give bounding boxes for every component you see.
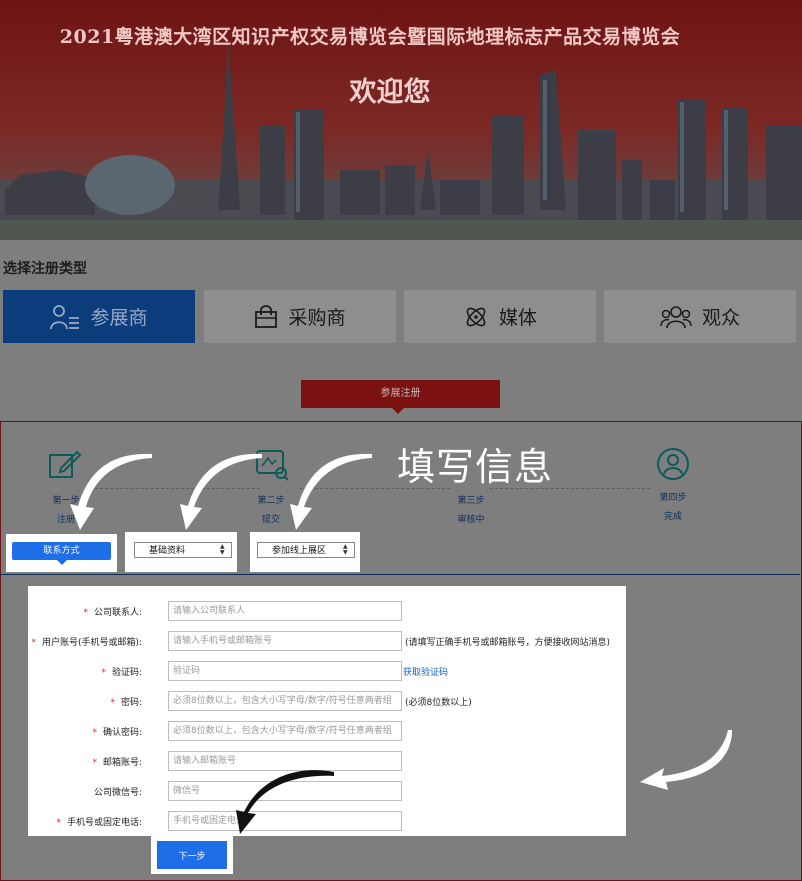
required-star: * xyxy=(101,668,106,678)
reg-type-exhibitor[interactable]: 参展商 xyxy=(3,290,195,343)
field-label: * 验证码: xyxy=(101,668,142,678)
banner: 2021粤港澳大湾区知识产权交易博览会暨国际地理标志产品交易博览会 欢迎您 xyxy=(0,0,802,240)
reg-type-media[interactable]: 媒体 xyxy=(404,290,596,343)
password-hint: (必须8位数以上) xyxy=(405,698,472,708)
edit-icon xyxy=(49,450,82,478)
next-step-button[interactable]: 下一步 xyxy=(157,841,227,869)
step-2-label: 第二步 提交 xyxy=(257,496,285,525)
form-row-phone: * 手机号或固定电话: xyxy=(28,811,626,833)
step-divider xyxy=(0,574,800,575)
tab-basic-info[interactable]: 基础资料 ▲ ▼ xyxy=(134,542,232,558)
step-3-label: 第三步 审核中 xyxy=(457,496,485,525)
step-1-label: 第一步 注册 xyxy=(52,496,80,525)
reg-type-label: 媒体 xyxy=(498,307,537,329)
form-row-captcha: *验证码: 获取验证码 xyxy=(28,661,626,683)
reg-type-buyer[interactable]: 采购商 xyxy=(204,290,396,343)
banner-welcome: 欢迎您 xyxy=(349,77,431,108)
callout-text: 填写信息 xyxy=(397,445,554,489)
field-label: * 邮箱账号: xyxy=(92,758,142,768)
account-hint: (请填写正确手机号或邮箱账号，方便接收网站消息) xyxy=(405,638,611,648)
user-circle-icon xyxy=(657,448,689,480)
required-star: * xyxy=(92,728,97,738)
tab-exhibitor-registration[interactable]: 参展注册 xyxy=(301,380,500,408)
atom-icon xyxy=(466,307,486,326)
scan-search-icon xyxy=(256,450,289,481)
field-label: * 确认密码: xyxy=(92,728,142,738)
tab-online-hall[interactable]: 参加线上展区 ▲ ▼ xyxy=(257,542,355,558)
reg-type-label: 参展商 xyxy=(90,307,148,329)
field-label: * 密码: xyxy=(110,698,142,708)
step-4-label: 第四步 完成 xyxy=(659,493,687,522)
reg-type-label: 观众 xyxy=(701,307,740,329)
password-input[interactable] xyxy=(168,691,402,711)
required-star: * xyxy=(56,818,61,828)
group-users-icon xyxy=(660,305,692,328)
field-label: * 用户账号(手机号或邮箱): xyxy=(31,638,142,648)
required-star: * xyxy=(31,638,36,648)
shopping-bag-icon xyxy=(255,304,278,328)
required-star: * xyxy=(110,698,115,708)
up-down-arrow-icon: ▲ ▼ xyxy=(220,543,225,556)
up-down-arrow-icon: ▲ ▼ xyxy=(343,543,348,556)
account-input[interactable] xyxy=(168,631,402,651)
form-row-contact-person: * 公司联系人: xyxy=(28,601,626,623)
reg-type-label: 采购商 xyxy=(288,307,346,329)
form-row-account: *用户账号(手机号或邮箱): (请填写正确手机号或邮箱账号，方便接收网站消息) xyxy=(28,631,626,653)
field-label: * 公司联系人: xyxy=(83,608,142,618)
next-button-highlight: 下一步 xyxy=(151,836,233,874)
email-input[interactable] xyxy=(168,751,402,771)
phone-input[interactable] xyxy=(168,811,402,831)
field-label: * 手机号或固定电话: xyxy=(56,818,142,828)
required-star: * xyxy=(92,758,97,768)
captcha-input[interactable] xyxy=(168,661,402,681)
form-row-wechat: 公司微信号: xyxy=(28,781,626,803)
reg-type-audience[interactable]: 观众 xyxy=(604,290,796,343)
tab-contact-info[interactable]: 联系方式 xyxy=(12,542,111,560)
form-row-confirm-password: * 确认密码: xyxy=(28,721,626,743)
step-connector xyxy=(90,488,260,489)
confirm-password-input[interactable] xyxy=(168,721,402,741)
tab-notch xyxy=(392,408,404,414)
form-row-password: * 密码: (必须8位数以上) xyxy=(28,691,626,713)
form-row-email: * 邮箱账号: xyxy=(28,751,626,773)
exhibitor-icon xyxy=(50,304,80,329)
section-title: 选择注册类型 xyxy=(3,261,87,277)
banner-title: 2021粤港澳大湾区知识产权交易博览会暨国际地理标志产品交易博览会 xyxy=(59,26,681,48)
contact-form: *公司联系人: *用户账号(手机号或邮箱): (请填写正确手机号或邮箱账号，方便… xyxy=(28,586,626,836)
field-label: 公司微信号: xyxy=(93,788,142,798)
get-captcha-link[interactable]: 获取验证码 xyxy=(403,665,448,678)
required-star: * xyxy=(83,608,88,618)
contact-person-input[interactable] xyxy=(168,601,402,621)
wechat-input[interactable] xyxy=(168,781,402,801)
tab-contact-notch xyxy=(57,560,67,565)
